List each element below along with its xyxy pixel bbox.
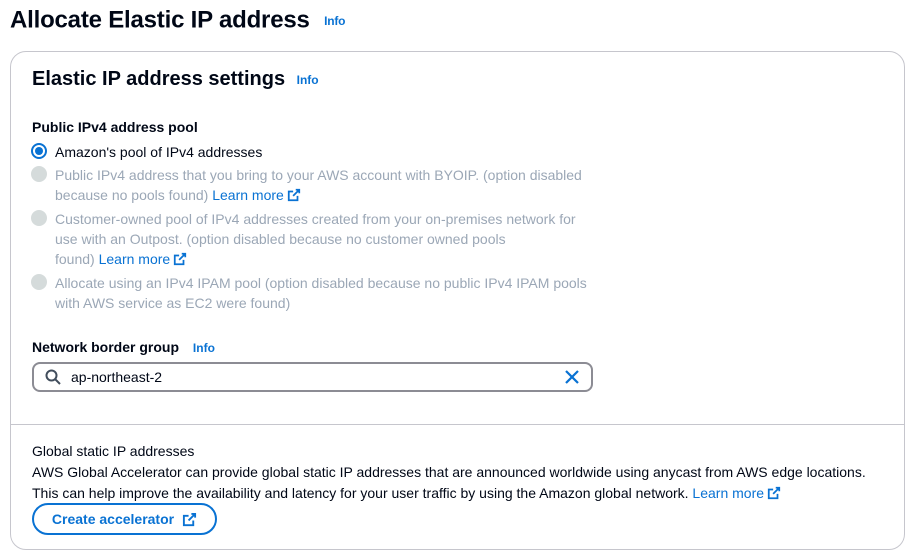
radio-option-customer-owned: Customer-owned pool of IPv4 addresses cr… — [31, 209, 576, 269]
network-border-group-label: Network border group Info — [32, 339, 215, 355]
radio-button-selected[interactable] — [31, 143, 47, 159]
panel-title: Elastic IP address settings — [32, 68, 286, 90]
learn-more-label: Learn more — [212, 187, 284, 203]
radio-label-line: found) — [55, 251, 95, 267]
learn-more-link[interactable]: Learn more — [212, 187, 301, 203]
external-link-icon — [767, 486, 781, 500]
radio-label: Customer-owned pool of IPv4 addresses cr… — [55, 209, 576, 269]
radio-label: Allocate using an IPv4 IPAM pool (option… — [55, 273, 587, 313]
radio-label: Amazon's pool of IPv4 addresses — [55, 144, 263, 160]
settings-info-link[interactable]: Info — [297, 73, 319, 87]
global-static-title: Global static IP addresses — [32, 443, 195, 459]
network-border-group-info-link[interactable]: Info — [193, 341, 215, 355]
page-title-text: Allocate Elastic IP address — [10, 6, 310, 34]
learn-more-label: Learn more — [692, 485, 765, 501]
radio-label-line: because no pools found) — [55, 187, 209, 203]
radio-label-line: with AWS service as EC2 were found) — [55, 295, 291, 311]
radio-label-line: Allocate using an IPv4 IPAM pool (option… — [55, 275, 587, 291]
panel-header: Elastic IP address settings Info — [32, 68, 319, 91]
radio-button-disabled — [31, 210, 47, 226]
pool-label: Public IPv4 address pool — [32, 119, 198, 135]
network-border-group-search[interactable] — [32, 362, 593, 392]
page-info-link[interactable]: Info — [324, 14, 345, 28]
radio-label-line: Customer-owned pool of IPv4 addresses cr… — [55, 211, 576, 227]
clear-icon[interactable] — [565, 370, 579, 384]
global-static-description: AWS Global Accelerator can provide globa… — [32, 462, 892, 504]
search-icon — [45, 369, 61, 385]
learn-more-label: Learn more — [98, 251, 171, 267]
section-divider — [11, 424, 904, 425]
external-link-icon — [183, 512, 197, 526]
radio-option-ipam-pool: Allocate using an IPv4 IPAM pool (option… — [31, 273, 587, 313]
page-title: Allocate Elastic IP address Info — [10, 6, 346, 35]
radio-label: Public IPv4 address that you bring to yo… — [55, 165, 582, 205]
radio-button-disabled — [31, 166, 47, 182]
radio-label-line: use with an Outpost. (option disabled be… — [55, 231, 506, 247]
radio-label-line: Public IPv4 address that you bring to yo… — [55, 167, 582, 183]
network-border-group-input[interactable] — [71, 369, 551, 385]
global-static-desc-line: This can help improve the availability a… — [32, 485, 689, 501]
elastic-ip-settings-panel: Elastic IP address settings Info Public … — [10, 51, 905, 550]
learn-more-link[interactable]: Learn more — [692, 485, 781, 501]
create-accelerator-button[interactable]: Create accelerator — [32, 503, 217, 535]
radio-button-disabled — [31, 274, 47, 290]
create-accelerator-label: Create accelerator — [51, 511, 175, 527]
learn-more-link[interactable]: Learn more — [99, 251, 188, 267]
external-link-icon — [287, 188, 300, 202]
external-link-icon — [174, 252, 187, 266]
network-border-group-label-text: Network border group — [32, 339, 180, 355]
radio-option-byoip: Public IPv4 address that you bring to yo… — [31, 165, 582, 205]
radio-option-amazon-pool[interactable]: Amazon's pool of IPv4 addresses — [31, 142, 262, 162]
global-static-desc-line: AWS Global Accelerator can provide globa… — [32, 464, 866, 480]
